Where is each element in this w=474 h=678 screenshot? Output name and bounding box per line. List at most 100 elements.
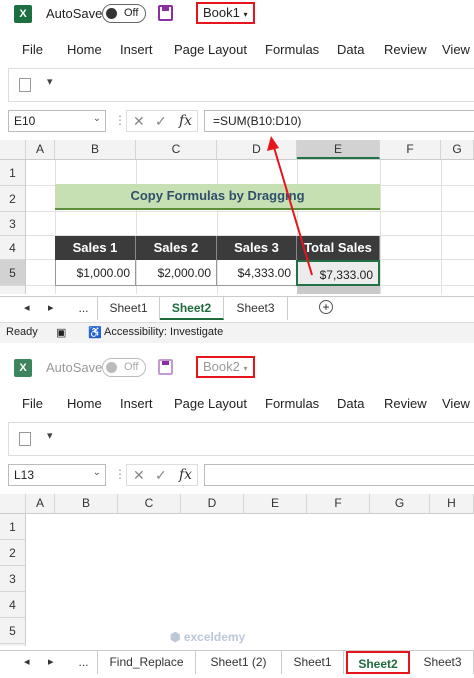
col-header-g[interactable]: G xyxy=(441,140,474,159)
cell-grid[interactable] xyxy=(26,514,474,646)
accessibility-icon[interactable]: ♿ xyxy=(88,326,102,339)
col-header-a[interactable]: A xyxy=(26,494,55,513)
col-header-d[interactable]: D xyxy=(181,494,244,513)
header-total-sales[interactable]: Total Sales xyxy=(297,236,380,260)
cell-b5[interactable]: $1,000.00 xyxy=(55,260,136,286)
customize-toolbar-icon[interactable]: ▾ xyxy=(47,429,53,442)
tab-sheet2[interactable]: Sheet2 xyxy=(160,297,224,320)
tab-sheet3[interactable]: Sheet3 xyxy=(412,651,474,674)
col-header-b[interactable]: B xyxy=(55,494,118,513)
autosave-toggle[interactable]: Off xyxy=(102,358,146,377)
tab-find-replace[interactable]: Find_Replace xyxy=(98,651,196,674)
menu-formulas[interactable]: Formulas xyxy=(265,42,319,57)
tab-sheet2[interactable]: Sheet2 xyxy=(346,651,410,674)
chevron-down-icon[interactable]: ⌄ xyxy=(93,467,101,478)
tab-sheet3[interactable]: Sheet3 xyxy=(224,297,288,320)
workbook-name[interactable]: Book1 ▾ xyxy=(196,2,255,24)
menu-data[interactable]: Data xyxy=(337,396,364,411)
watermark-icon: ⬢ xyxy=(170,630,181,644)
col-header-e[interactable]: E xyxy=(297,140,380,159)
menu-home[interactable]: Home xyxy=(67,42,102,57)
menu-page-layout[interactable]: Page Layout xyxy=(174,396,247,411)
menu-file[interactable]: File xyxy=(22,42,43,57)
name-box[interactable]: L13 ⌄ xyxy=(8,464,106,486)
formula-input[interactable]: =SUM(B10:D10) xyxy=(204,110,474,132)
more-icon[interactable]: ⋮ xyxy=(114,467,126,481)
row-header-3[interactable]: 3 xyxy=(0,212,25,236)
select-all-corner[interactable] xyxy=(0,140,26,159)
cell-c5[interactable]: $2,000.00 xyxy=(136,260,217,286)
scroll-right-icon[interactable]: ▸ xyxy=(48,301,54,314)
menu-file[interactable]: File xyxy=(22,396,43,411)
add-sheet-icon[interactable]: + xyxy=(319,300,333,314)
macro-icon[interactable]: ▣ xyxy=(56,326,66,339)
tab-more[interactable]: ... xyxy=(70,297,98,320)
menu-data[interactable]: Data xyxy=(337,42,364,57)
status-accessibility[interactable]: Accessibility: Investigate xyxy=(104,326,223,338)
col-header-e[interactable]: E xyxy=(244,494,307,513)
fx-icon[interactable]: fx xyxy=(179,467,192,483)
fx-icon[interactable]: fx xyxy=(179,113,192,129)
name-box[interactable]: E10 ⌄ xyxy=(8,110,106,132)
menu-review[interactable]: Review xyxy=(384,42,427,57)
cancel-icon[interactable]: ✕ xyxy=(133,467,145,484)
col-header-g[interactable]: G xyxy=(370,494,430,513)
col-header-c[interactable]: C xyxy=(136,140,217,159)
col-header-f[interactable]: F xyxy=(307,494,370,513)
scroll-right-icon[interactable]: ▸ xyxy=(48,655,54,668)
more-icon[interactable]: ⋮ xyxy=(114,113,126,127)
grid-line xyxy=(441,160,442,294)
row-header-4[interactable]: 4 xyxy=(0,592,25,618)
check-icon[interactable]: ✓ xyxy=(155,467,167,484)
row-header-2[interactable]: 2 xyxy=(0,540,25,566)
excel-window-book1: X AutoSave Off Book1 ▾ File Home Insert … xyxy=(0,0,474,344)
paste-icon[interactable] xyxy=(19,432,31,446)
col-header-f[interactable]: F xyxy=(380,140,441,159)
col-header-a[interactable]: A xyxy=(26,140,55,159)
menu-view[interactable]: View xyxy=(442,396,470,411)
formula-input[interactable] xyxy=(204,464,474,486)
col-header-c[interactable]: C xyxy=(118,494,181,513)
cell-d5[interactable]: $4,333.00 xyxy=(217,260,297,286)
header-sales-2[interactable]: Sales 2 xyxy=(136,236,217,260)
tab-sheet1-2[interactable]: Sheet1 (2) xyxy=(196,651,282,674)
menu-formulas[interactable]: Formulas xyxy=(265,396,319,411)
tab-sheet1[interactable]: Sheet1 xyxy=(98,297,160,320)
customize-toolbar-icon[interactable]: ▾ xyxy=(47,75,53,88)
scroll-left-icon[interactable]: ◂ xyxy=(24,301,30,314)
select-all-corner[interactable] xyxy=(0,494,26,513)
row-header-3[interactable]: 3 xyxy=(0,566,25,592)
cancel-icon[interactable]: ✕ xyxy=(133,113,145,130)
menu-page-layout[interactable]: Page Layout xyxy=(174,42,247,57)
col-header-h[interactable]: H xyxy=(430,494,474,513)
fill-handle-drag-area[interactable] xyxy=(297,286,380,294)
save-icon[interactable] xyxy=(158,5,173,21)
menu-insert[interactable]: Insert xyxy=(120,396,153,411)
check-icon[interactable]: ✓ xyxy=(155,113,167,130)
row-header-2[interactable]: 2 xyxy=(0,186,25,212)
header-sales-1[interactable]: Sales 1 xyxy=(55,236,136,260)
row-header-5[interactable]: 5 xyxy=(0,618,25,644)
row-header-4[interactable]: 4 xyxy=(0,236,25,260)
row-header-1[interactable]: 1 xyxy=(0,514,25,540)
toggle-text: Off xyxy=(124,7,139,19)
row-header-1[interactable]: 1 xyxy=(0,160,25,186)
tab-sheet1[interactable]: Sheet1 xyxy=(282,651,344,674)
save-icon[interactable] xyxy=(158,359,173,375)
scroll-left-icon[interactable]: ◂ xyxy=(24,655,30,668)
tab-more[interactable]: ... xyxy=(70,651,98,674)
formula-controls: ✕ ✓ fx xyxy=(126,110,198,132)
workbook-name[interactable]: Book2 ▾ xyxy=(196,356,255,378)
menu-review[interactable]: Review xyxy=(384,396,427,411)
col-header-b[interactable]: B xyxy=(55,140,136,159)
row-header-5[interactable]: 5 xyxy=(0,260,25,286)
header-sales-3[interactable]: Sales 3 xyxy=(217,236,297,260)
chevron-down-icon[interactable]: ⌄ xyxy=(93,113,101,124)
menu-view[interactable]: View xyxy=(442,42,470,57)
col-header-d[interactable]: D xyxy=(217,140,297,159)
menu-home[interactable]: Home xyxy=(67,396,102,411)
menu-insert[interactable]: Insert xyxy=(120,42,153,57)
paste-icon[interactable] xyxy=(19,78,31,92)
cell-e5-selected[interactable]: $7,333.00 xyxy=(296,260,380,286)
autosave-toggle[interactable]: Off xyxy=(102,4,146,23)
